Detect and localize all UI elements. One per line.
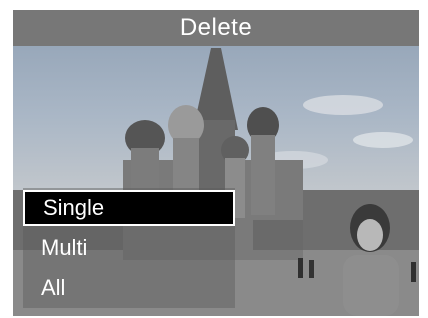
- page-title: Delete: [179, 14, 253, 41]
- title-bar: Delete: [13, 10, 419, 46]
- menu-item-all[interactable]: All: [23, 270, 235, 306]
- menu-item-single[interactable]: Single: [23, 190, 235, 226]
- menu-item-multi[interactable]: Multi: [23, 230, 235, 266]
- camera-screen: Delete Single Multi All: [13, 10, 419, 316]
- delete-menu: Single Multi All: [23, 188, 235, 308]
